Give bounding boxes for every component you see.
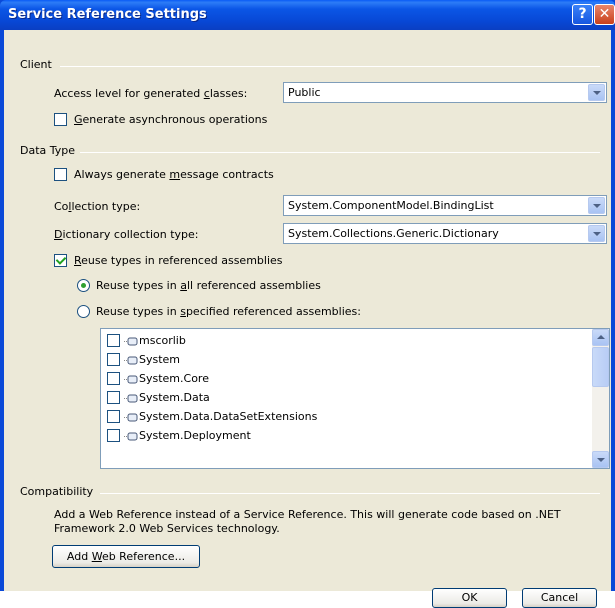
assembly-icon [124, 337, 138, 346]
assemblies-listbox[interactable]: mscorlib System System.Core System.Data [100, 328, 610, 469]
assembly-label: System.Data.DataSetExtensions [139, 410, 318, 423]
chevron-down-icon[interactable] [588, 84, 605, 101]
title-bar[interactable]: Service Reference Settings ? ✕ [0, 0, 615, 30]
scroll-thumb[interactable] [592, 347, 609, 387]
assembly-icon [124, 413, 138, 422]
data-type-group-divider [80, 152, 600, 153]
assembly-label: System.Core [139, 372, 209, 385]
dialog-body: Client Access level for generated classe… [4, 30, 611, 608]
close-icon[interactable]: ✕ [594, 4, 615, 25]
assembly-icon [124, 356, 138, 365]
dialog-window: Service Reference Settings ? ✕ Client Ac… [0, 0, 615, 608]
access-level-select[interactable]: Public [283, 82, 607, 103]
collection-type-value: System.ComponentModel.BindingList [288, 199, 494, 212]
reuse-specified-label: Reuse types in specified referenced asse… [96, 305, 361, 318]
help-icon[interactable]: ? [572, 4, 593, 25]
dictionary-type-label: Dictionary collection type: [54, 228, 199, 241]
assembly-icon [124, 375, 138, 384]
chevron-down-icon[interactable] [588, 197, 605, 214]
compatibility-group-label: Compatibility [20, 485, 94, 498]
collection-type-label: Collection type: [54, 200, 141, 213]
assembly-label: System [139, 353, 181, 366]
ok-button[interactable]: OK [432, 588, 507, 608]
generate-async-checkbox[interactable] [54, 113, 67, 126]
cancel-button[interactable]: Cancel [522, 588, 597, 608]
client-group-label: Client [20, 58, 52, 71]
collection-type-select[interactable]: System.ComponentModel.BindingList [283, 195, 607, 216]
access-level-label: Access level for generated classes: [54, 87, 248, 100]
reuse-types-checkbox[interactable] [54, 254, 67, 267]
compatibility-description: Add a Web Reference instead of a Service… [54, 508, 561, 535]
assembly-checkbox[interactable] [107, 391, 120, 404]
message-contracts-checkbox[interactable] [54, 168, 67, 181]
assembly-checkbox[interactable] [107, 410, 120, 423]
data-type-group-label: Data Type [20, 144, 76, 157]
access-level-value: Public [288, 86, 321, 99]
scroll-up-icon[interactable] [592, 329, 609, 346]
chevron-down-icon[interactable] [588, 225, 605, 242]
assembly-icon [124, 432, 138, 441]
message-contracts-label: Always generate message contracts [74, 168, 274, 181]
assembly-icon [124, 394, 138, 403]
generate-async-label: Generate asynchronous operations [74, 113, 268, 126]
assembly-checkbox[interactable] [107, 372, 120, 385]
assembly-checkbox[interactable] [107, 353, 120, 366]
reuse-all-radio[interactable] [77, 279, 90, 292]
scroll-down-icon[interactable] [592, 451, 609, 468]
reuse-all-label: Reuse types in all referenced assemblies [96, 279, 321, 292]
assembly-checkbox[interactable] [107, 334, 120, 347]
dictionary-type-select[interactable]: System.Collections.Generic.Dictionary [283, 223, 607, 244]
assembly-label: mscorlib [139, 334, 186, 347]
window-title: Service Reference Settings [8, 7, 207, 22]
reuse-types-label: Reuse types in referenced assemblies [74, 254, 283, 267]
add-web-reference-button[interactable]: Add Web Reference... [52, 545, 200, 568]
reuse-specified-radio[interactable] [77, 305, 90, 318]
client-group-divider [60, 66, 600, 67]
listbox-scrollbar[interactable] [592, 329, 609, 468]
assembly-checkbox[interactable] [107, 429, 120, 442]
compatibility-group-divider [100, 493, 600, 494]
assembly-label: System.Data [139, 391, 210, 404]
assembly-label: System.Deployment [139, 429, 251, 442]
dictionary-type-value: System.Collections.Generic.Dictionary [288, 227, 499, 240]
